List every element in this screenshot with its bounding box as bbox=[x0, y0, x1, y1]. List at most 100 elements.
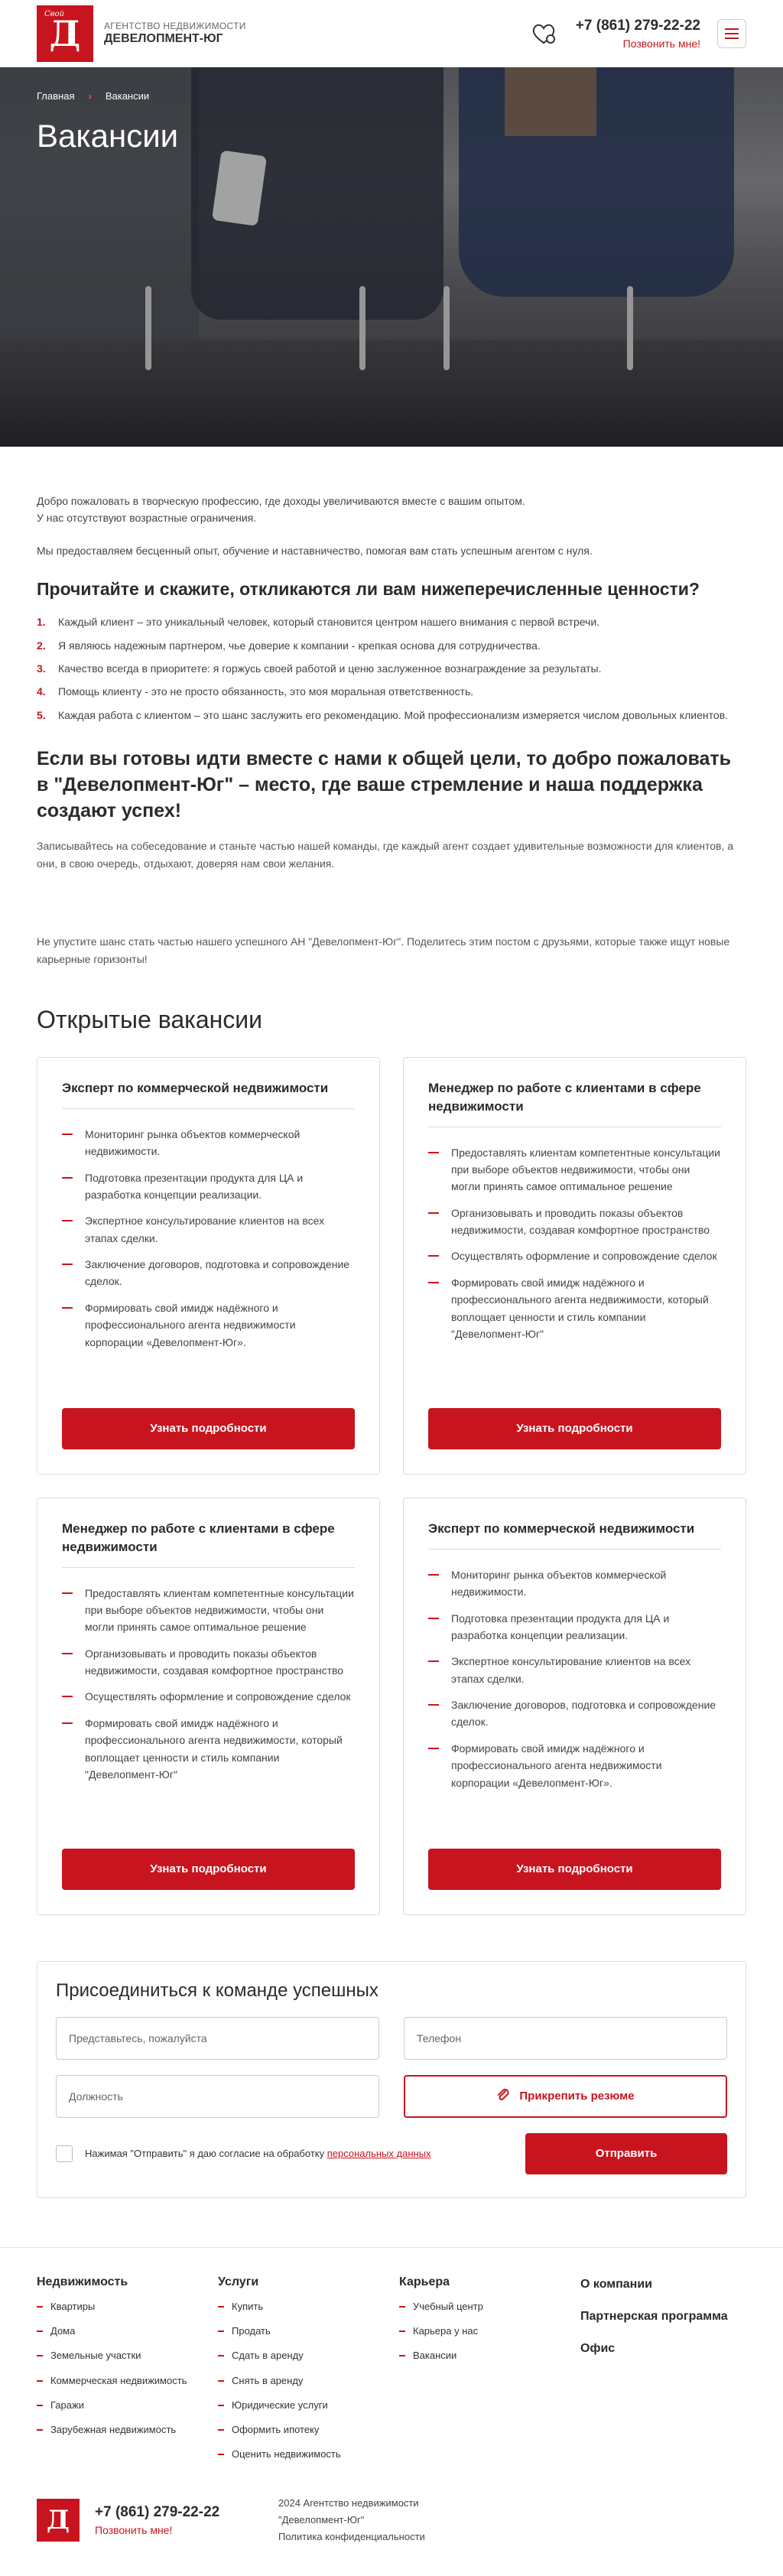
values-item: 1. Каждый клиент – это уникальный человек… bbox=[37, 616, 600, 629]
vacancy-title: Менеджер по работе с клиентами в сфере н… bbox=[62, 1520, 355, 1568]
breadcrumb-home-link[interactable]: Главная bbox=[37, 90, 74, 102]
privacy-policy-link[interactable]: Политика конфиденциальности bbox=[278, 2529, 425, 2545]
brand-logo-link[interactable]: Свой Д Агентство недвижимости Девелопмен… bbox=[37, 5, 246, 62]
vacancy-duty: Мониторинг рынка объектов коммерческой н… bbox=[428, 1566, 721, 1601]
footer-col-title[interactable]: Услуги bbox=[218, 2275, 384, 2289]
vacancy-duty: Организовывать и проводить показы объект… bbox=[428, 1205, 721, 1239]
favorites-heart-icon[interactable] bbox=[528, 18, 559, 49]
values-list: 1. Каждый клиент – это уникальный человек… bbox=[37, 613, 746, 724]
personal-data-link[interactable]: персональных данных bbox=[327, 2148, 431, 2159]
vacancy-duty: Экспертное консультирование клиентов на … bbox=[62, 1212, 355, 1247]
vacancy-duty: Мониторинг рынка объектов коммерческой н… bbox=[62, 1126, 355, 1160]
vacancy-duty: Предоставлять клиентам компетентные конс… bbox=[428, 1144, 721, 1195]
footer-link-partner[interactable]: Партнерская программа bbox=[580, 2308, 746, 2326]
logo-letter: Д bbox=[49, 12, 81, 54]
logo-small-text: Свой bbox=[44, 9, 64, 18]
footer-link[interactable]: Карьера у нас bbox=[399, 2324, 565, 2338]
vacancy-duty: Заключение договоров, подготовка и сопро… bbox=[428, 1696, 721, 1731]
paperclip-icon bbox=[496, 2088, 510, 2105]
footer-link[interactable]: Купить bbox=[218, 2300, 384, 2314]
name-input[interactable]: Представьтесь, пожалуйста bbox=[56, 2016, 379, 2060]
footer-col-title[interactable]: Недвижимость bbox=[37, 2275, 203, 2289]
vacancy-duty: Осуществлять оформление и сопровождение … bbox=[62, 1688, 355, 1705]
values-item: 3. Качество всегда в приоритете: я горжус… bbox=[37, 662, 602, 675]
vacancy-duty: Формировать свой имидж надёжного и профе… bbox=[62, 1715, 355, 1784]
hero-banner: Главная › Вакансии Вакансии bbox=[0, 67, 783, 447]
vacancy-duty: Осуществлять оформление и сопровождение … bbox=[428, 1247, 721, 1264]
page-title: Вакансии bbox=[37, 118, 179, 154]
footer-link[interactable]: Дома bbox=[37, 2324, 203, 2338]
footer-link[interactable]: Квартиры bbox=[37, 2300, 203, 2314]
footer-link[interactable]: Учебный центр bbox=[399, 2300, 565, 2314]
share-text: Не упустите шанс стать частью нашего усп… bbox=[37, 935, 730, 965]
footer-link[interactable]: Коммерческая недвижимость bbox=[37, 2374, 203, 2388]
footer-company-name: "Девелопмент-Юг" bbox=[278, 2514, 365, 2526]
values-item: 5. Каждая работа с клиентом – это шанс за… bbox=[37, 708, 728, 721]
vacancy-duty: Организовывать и проводить показы объект… bbox=[62, 1645, 355, 1680]
footer-link[interactable]: Вакансии bbox=[399, 2349, 565, 2363]
attach-resume-button[interactable]: Прикрепить резюме bbox=[404, 2074, 727, 2118]
menu-burger-button[interactable] bbox=[717, 18, 746, 48]
breadcrumb: Главная › Вакансии bbox=[37, 90, 149, 102]
footer-col-company: О компании Партнерская программа Офис bbox=[580, 2275, 746, 2472]
page: Свой Д Агентство недвижимости Девелопмен… bbox=[0, 0, 783, 2576]
values-item: 2. Я являюсь надежным партнером, чье дове… bbox=[37, 639, 541, 652]
footer-col-realty: Недвижимость Квартиры Дома Земельные уча… bbox=[37, 2275, 203, 2472]
footer-callback-link[interactable]: Позвонить мне! bbox=[95, 2524, 248, 2536]
site-header: Свой Д Агентство недвижимости Девелопмен… bbox=[0, 0, 783, 67]
vacancy-duty: Заключение договоров, подготовка и сопро… bbox=[62, 1256, 355, 1290]
vacancy-duty: Подготовка презентации продукта для ЦА и… bbox=[62, 1169, 355, 1204]
vacancy-duty: Формировать свой имидж надёжного и профе… bbox=[62, 1299, 355, 1351]
application-form: Присоединиться к команде успешных Предст… bbox=[37, 1960, 746, 2198]
footer-link-about[interactable]: О компании bbox=[580, 2275, 746, 2294]
intro-section: Добро пожаловать в творческую профессию,… bbox=[37, 447, 746, 559]
vacancy-details-button[interactable]: Узнать подробности bbox=[62, 1848, 355, 1890]
header-phone-link[interactable]: +7 (861) 279-22-22 bbox=[576, 18, 700, 34]
footer-col-career: Карьера Учебный центр Карьера у нас Вака… bbox=[399, 2275, 565, 2472]
vacancy-duty: Формировать свой имидж надёжного и профе… bbox=[428, 1274, 721, 1343]
submit-button[interactable]: Отправить bbox=[525, 2132, 727, 2174]
footer-link[interactable]: Юридические услуги bbox=[218, 2399, 384, 2412]
intro-paragraph-2: У нас отсутствуют возрастные ограничения… bbox=[37, 512, 257, 525]
breadcrumb-current: Вакансии bbox=[105, 90, 150, 102]
vacancy-title: Эксперт по коммерческой недвижимости bbox=[62, 1079, 355, 1109]
vacancy-details-button[interactable]: Узнать подробности bbox=[428, 1848, 721, 1890]
footer-link[interactable]: Зарубежная недвижимость bbox=[37, 2423, 203, 2437]
logo-icon: Свой Д bbox=[37, 5, 93, 62]
vacancy-duty: Предоставлять клиентам компетентные конс… bbox=[62, 1585, 355, 1636]
site-footer: Недвижимость Квартиры Дома Земельные уча… bbox=[0, 2246, 783, 2546]
vacancy-card: Менеджер по работе с клиентами в сфере н… bbox=[403, 1056, 746, 1475]
vacancies-grid: Эксперт по коммерческой недвижимости Мон… bbox=[37, 1056, 746, 1915]
brand-line2: Девелопмент-Юг bbox=[104, 32, 223, 46]
footer-link[interactable]: Снять в аренду bbox=[218, 2374, 384, 2388]
footer-phone-link[interactable]: +7 (861) 279-22-22 bbox=[95, 2504, 248, 2521]
intro-paragraph-3: Мы предоставляем бесценный опыт, обучени… bbox=[37, 544, 593, 557]
footer-link-office[interactable]: Офис bbox=[580, 2340, 746, 2358]
brand-line1: Агентство недвижимости bbox=[104, 20, 246, 31]
footer-col-title[interactable]: Карьера bbox=[399, 2275, 565, 2289]
footer-link[interactable]: Оценить недвижимость bbox=[218, 2448, 384, 2461]
footer-logo-icon[interactable]: Д bbox=[37, 2499, 80, 2542]
vacancy-duty: Формировать свой имидж надёжного и профе… bbox=[428, 1740, 721, 1791]
breadcrumb-separator-icon: › bbox=[88, 90, 92, 102]
attach-resume-label: Прикрепить резюме bbox=[519, 2090, 635, 2103]
vacancy-duty: Экспертное консультирование клиентов на … bbox=[428, 1653, 721, 1687]
footer-link[interactable]: Земельные участки bbox=[37, 2349, 203, 2363]
vacancy-card: Эксперт по коммерческой недвижимости Мон… bbox=[403, 1497, 746, 1915]
footer-link[interactable]: Оформить ипотеку bbox=[218, 2423, 384, 2437]
values-item: 4. Помощь клиенту - это не просто обязанн… bbox=[37, 685, 474, 698]
vacancy-title: Менеджер по работе с клиентами в сфере н… bbox=[428, 1079, 721, 1127]
header-callback-link[interactable]: Позвонить мне! bbox=[576, 37, 700, 50]
intro-paragraph-1: Добро пожаловать в творческую профессию,… bbox=[37, 495, 525, 507]
position-input[interactable]: Должность bbox=[56, 2074, 379, 2118]
vacancy-duty: Подготовка презентации продукта для ЦА и… bbox=[428, 1610, 721, 1644]
vacancy-details-button[interactable]: Узнать подробности bbox=[62, 1407, 355, 1449]
join-description: Записывайтесь на собеседование и станьте… bbox=[37, 840, 734, 870]
footer-link[interactable]: Гаражи bbox=[37, 2399, 203, 2412]
vacancy-card: Менеджер по работе с клиентами в сфере н… bbox=[37, 1497, 380, 1915]
vacancy-details-button[interactable]: Узнать подробности bbox=[428, 1407, 721, 1449]
footer-link[interactable]: Продать bbox=[218, 2324, 384, 2338]
consent-checkbox[interactable] bbox=[56, 2145, 73, 2162]
phone-input[interactable]: Телефон bbox=[404, 2016, 727, 2060]
footer-link[interactable]: Сдать в аренду bbox=[218, 2349, 384, 2363]
